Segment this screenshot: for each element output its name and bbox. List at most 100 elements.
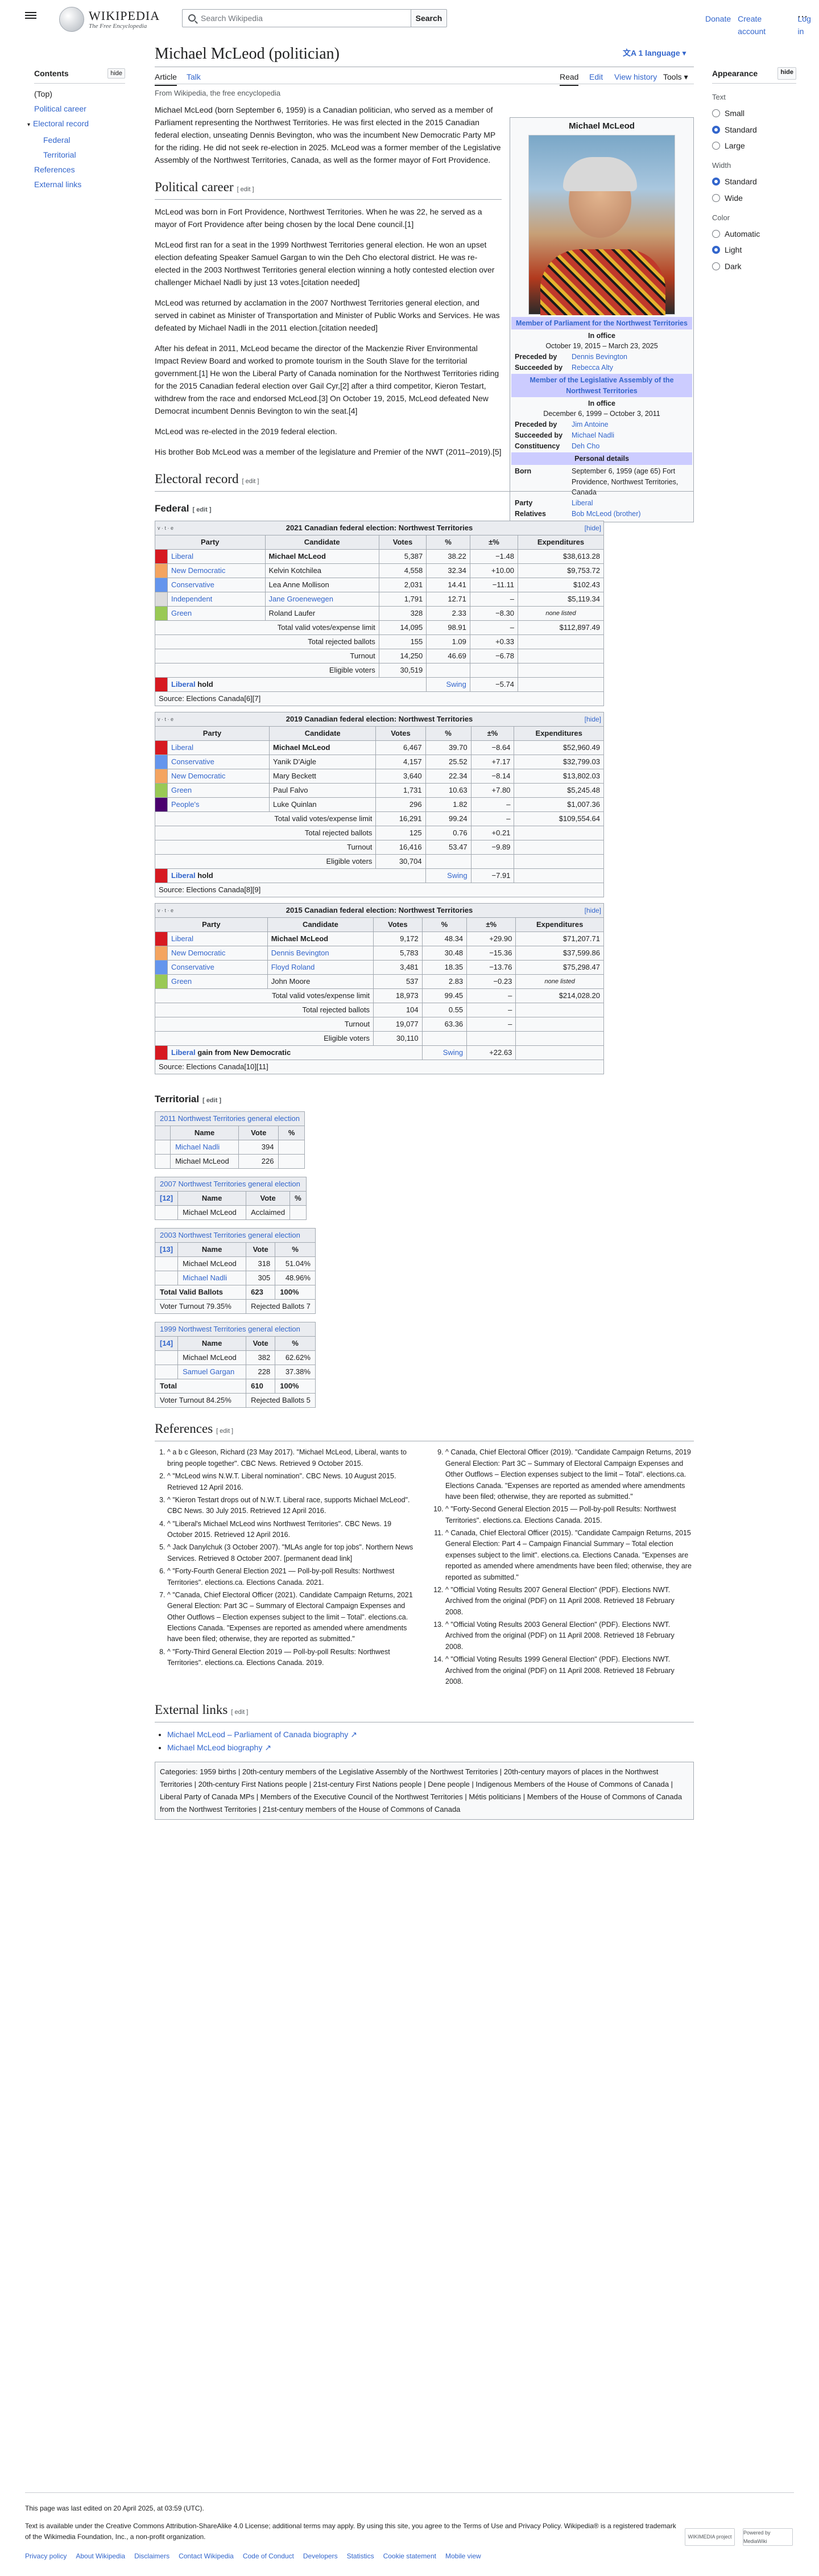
footer-link[interactable]: Contact Wikipedia — [179, 2551, 234, 2562]
footer-link[interactable]: Statistics — [347, 2551, 374, 2562]
election-caption[interactable]: 2003 Northwest Territories general elect… — [155, 1228, 316, 1243]
party-link[interactable]: Liberal — [171, 680, 196, 689]
main-menu-button[interactable] — [25, 10, 36, 20]
party-link[interactable]: Liberal — [171, 871, 196, 880]
party-link[interactable]: Liberal — [171, 552, 193, 560]
swing-label[interactable]: Swing — [425, 868, 471, 884]
hide-table-button[interactable]: [hide] — [585, 714, 601, 725]
footer-link[interactable]: Cookie statement — [383, 2551, 436, 2562]
toc-link[interactable]: References — [34, 165, 75, 174]
party-link[interactable]: New Democratic — [171, 772, 225, 780]
vte-links[interactable]: v · t · e — [158, 714, 173, 725]
edit-section-link[interactable]: [ edit ] — [192, 506, 211, 513]
reference-item[interactable]: ^ "Official Voting Results 2007 General … — [445, 1585, 694, 1618]
party-link[interactable]: People's — [171, 800, 199, 809]
tab-read[interactable]: Read — [560, 71, 579, 86]
reference-item[interactable]: ^ "Forty-Third General Election 2019 — P… — [167, 1647, 416, 1669]
footer-link[interactable]: Code of Conduct — [243, 2551, 294, 2562]
toc-link[interactable]: Electoral record — [33, 119, 89, 128]
footer-link[interactable]: Mobile view — [445, 2551, 481, 2562]
edit-section-link[interactable]: [ edit ] — [237, 186, 254, 193]
footer-link[interactable]: Privacy policy — [25, 2551, 67, 2562]
tools-menu[interactable]: Tools ▾ — [663, 71, 688, 83]
party-link[interactable]: Green — [171, 609, 192, 617]
party-link[interactable]: New Democratic — [171, 566, 225, 575]
edit-section-link[interactable]: [ edit ] — [202, 1097, 221, 1104]
hide-table-button[interactable]: [hide] — [585, 905, 601, 916]
swing-label[interactable]: Swing — [421, 1045, 468, 1061]
toc-item[interactable]: (Top) — [34, 88, 125, 100]
party-link[interactable]: Liberal — [171, 1048, 196, 1057]
footer-link[interactable]: Developers — [303, 2551, 338, 2562]
reference-item[interactable]: ^ a b c Gleeson, Richard (23 May 2017). … — [167, 1447, 416, 1469]
election-caption[interactable]: 1999 Northwest Territories general elect… — [155, 1322, 316, 1337]
more-options-icon[interactable]: ⋯ — [797, 11, 808, 22]
reference-item[interactable]: ^ "Official Voting Results 1999 General … — [445, 1654, 694, 1687]
wikimedia-badge[interactable]: WIKIMEDIA project — [685, 2528, 735, 2546]
party-link[interactable]: Independent — [171, 595, 212, 603]
party-link[interactable]: Conservative — [171, 580, 214, 589]
party-link[interactable]: Conservative — [171, 963, 214, 971]
election-caption[interactable]: 2007 Northwest Territories general elect… — [155, 1177, 307, 1192]
swing-label[interactable]: Swing — [426, 677, 470, 693]
reference-item[interactable]: ^ "Liberal's Michael McLeod wins Northwe… — [167, 1519, 416, 1541]
caption-title[interactable]: 2019 Canadian federal election: Northwes… — [286, 715, 473, 723]
toc-item[interactable]: References — [34, 164, 125, 175]
reference-item[interactable]: ^ Jack Danylchuk (3 October 2007). "MLAs… — [167, 1542, 416, 1564]
toc-link[interactable]: Political career — [34, 104, 86, 113]
search-button[interactable]: Search — [411, 9, 447, 27]
party-link[interactable]: Green — [171, 786, 192, 794]
toc-item[interactable]: Territorial — [34, 149, 125, 160]
chevron-down-icon[interactable]: ▾ — [27, 119, 33, 131]
toc-link[interactable]: (Top) — [34, 89, 52, 98]
reference-item[interactable]: ^ "Forty-Second General Election 2015 — … — [445, 1504, 694, 1526]
footer-link[interactable]: About Wikipedia — [76, 2551, 125, 2562]
external-link[interactable]: Michael McLeod biography ↗ — [167, 1743, 271, 1752]
toc-item[interactable]: Federal — [34, 134, 125, 146]
vte-links[interactable]: v · t · e — [158, 905, 173, 916]
toc-hide-button[interactable]: hide — [107, 68, 125, 79]
external-link[interactable]: Michael McLeod – Parliament of Canada bi… — [167, 1730, 357, 1739]
party-link[interactable]: Conservative — [171, 757, 214, 766]
edit-section-link[interactable]: [ edit ] — [231, 1709, 248, 1716]
toc-item[interactable]: Political career — [34, 103, 125, 114]
reference-item[interactable]: ^ "McLeod wins N.W.T. Liberal nomination… — [167, 1471, 416, 1493]
color-light-option[interactable]: Light — [712, 244, 796, 256]
party-link[interactable]: Green — [171, 977, 192, 986]
text-large-option[interactable]: Large — [712, 139, 796, 152]
toc-link[interactable]: External links — [34, 180, 81, 189]
reference-item[interactable]: ^ Canada, Chief Electoral Officer (2015)… — [445, 1528, 694, 1583]
tab-history[interactable]: View history — [614, 71, 657, 83]
text-standard-option[interactable]: Standard — [712, 123, 796, 136]
language-button[interactable]: 文A 1 language ▾ — [623, 47, 686, 59]
width-standard-option[interactable]: Standard — [712, 175, 796, 188]
toc-link[interactable]: Territorial — [43, 150, 76, 159]
color-automatic-option[interactable]: Automatic — [712, 228, 796, 240]
reference-item[interactable]: ^ "Official Voting Results 2003 General … — [445, 1619, 694, 1652]
caption-title[interactable]: 2021 Canadian federal election: Northwes… — [286, 524, 473, 532]
reference-item[interactable]: ^ Canada, Chief Electoral Officer (2019)… — [445, 1447, 694, 1502]
width-wide-option[interactable]: Wide — [712, 192, 796, 204]
color-dark-option[interactable]: Dark — [712, 260, 796, 273]
toc-link[interactable]: Federal — [43, 135, 70, 145]
tab-talk[interactable]: Talk — [187, 71, 201, 83]
edit-section-link[interactable]: [ edit ] — [242, 478, 259, 485]
edit-section-link[interactable]: [ edit ] — [216, 1428, 233, 1435]
reference-item[interactable]: ^ "Kieron Testart drops out of N.W.T. Li… — [167, 1495, 416, 1517]
mediawiki-badge[interactable]: Powered by MediaWiki — [743, 2528, 793, 2546]
tab-article[interactable]: Article — [155, 71, 177, 86]
toc-item[interactable]: ▾ Electoral record — [27, 118, 125, 131]
reference-item[interactable]: ^ "Forty-Fourth General Election 2021 — … — [167, 1566, 416, 1588]
donate-link[interactable]: Donate — [705, 13, 731, 38]
party-link[interactable]: Liberal — [171, 934, 193, 943]
wikipedia-logo[interactable]: WIKIPEDIA The Free Encyclopedia — [59, 7, 160, 32]
toc-item[interactable]: External links — [34, 179, 125, 190]
party-link[interactable]: New Democratic — [171, 949, 225, 957]
search-input[interactable]: Search Wikipedia — [182, 9, 412, 27]
reference-item[interactable]: ^ "Canada, Chief Electoral Officer (2021… — [167, 1590, 416, 1645]
appearance-hide-button[interactable]: hide — [777, 67, 796, 80]
create-account-link[interactable]: Create account — [738, 13, 791, 38]
text-small-option[interactable]: Small — [712, 107, 796, 119]
hide-table-button[interactable]: [hide] — [585, 522, 601, 534]
party-link[interactable]: Liberal — [171, 743, 193, 752]
